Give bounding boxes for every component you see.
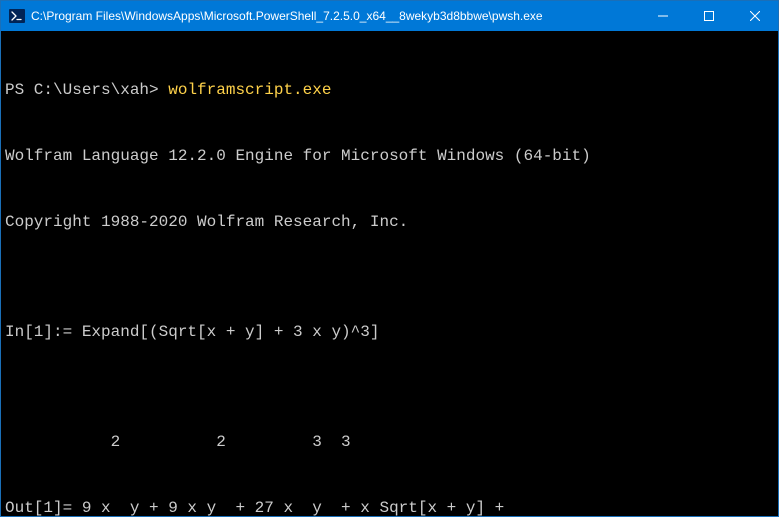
minimize-button[interactable] [640,1,686,31]
maximize-button[interactable] [686,1,732,31]
prompt-line: PS C:\Users\xah> wolframscript.exe [5,79,774,101]
titlebar[interactable]: C:\Program Files\WindowsApps\Microsoft.P… [1,1,778,31]
command: wolframscript.exe [168,81,331,99]
output-line: Wolfram Language 12.2.0 Engine for Micro… [5,145,774,167]
powershell-icon [9,8,25,24]
output-line: Out[1]= 9 x y + 9 x y + 27 x y + x Sqrt[… [5,497,774,516]
terminal[interactable]: PS C:\Users\xah> wolframscript.exe Wolfr… [1,31,778,516]
output-line: Copyright 1988-2020 Wolfram Research, In… [5,211,774,233]
close-button[interactable] [732,1,778,31]
output-line: In[1]:= Expand[(Sqrt[x + y] + 3 x y)^3] [5,321,774,343]
window-title: C:\Program Files\WindowsApps\Microsoft.P… [31,9,640,23]
window-controls [640,1,778,31]
output-line: 2 2 3 3 [5,431,774,453]
prompt-prefix: PS C:\Users\xah> [5,81,168,99]
window: C:\Program Files\WindowsApps\Microsoft.P… [0,0,779,517]
